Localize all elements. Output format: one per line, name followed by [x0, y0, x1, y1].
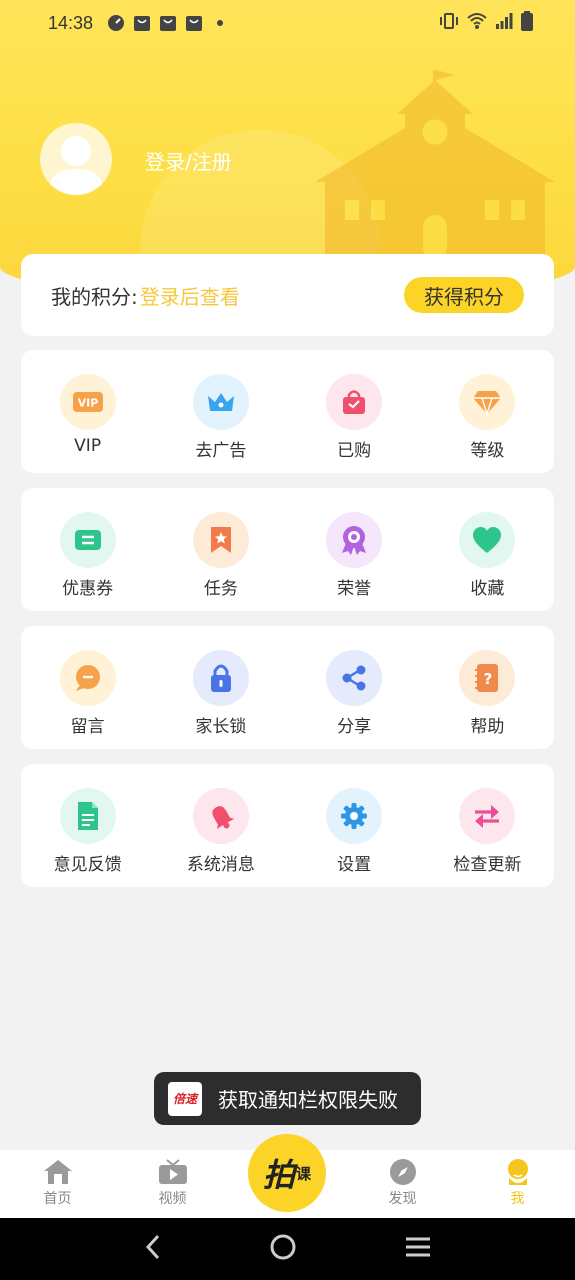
menu-item-label: 已购	[337, 441, 372, 461]
menu-item-tasks[interactable]: 任务	[154, 488, 287, 611]
tv-icon	[158, 1158, 188, 1186]
home-icon	[43, 1158, 73, 1186]
shopping-bag-notification-icon	[185, 14, 203, 32]
menu-item-parental-lock[interactable]: 家长锁	[154, 626, 287, 749]
menu-item-label: 等级	[470, 441, 505, 461]
battery-icon	[521, 10, 533, 36]
menu-item-label: 家长锁	[195, 717, 247, 737]
menu-card-4: 意见反馈 系统消息 设置 检查更新	[21, 764, 554, 887]
menu-item-label: 去广告	[195, 441, 247, 461]
points-label: 我的积分:	[51, 284, 138, 309]
speedometer-icon	[107, 14, 125, 32]
user-icon	[503, 1158, 533, 1186]
message-icon	[59, 650, 116, 706]
menu-item-favorites[interactable]: 收藏	[421, 488, 554, 611]
menu-item-label: 设置	[337, 855, 372, 875]
menu-item-label: 分享	[337, 717, 372, 737]
tab-label: 首页	[43, 1191, 72, 1207]
tab-label: 我	[510, 1191, 525, 1207]
tab-label: 视频	[158, 1191, 187, 1207]
medal-icon	[326, 512, 383, 568]
tab-home[interactable]: 首页	[0, 1150, 115, 1218]
menu-item-vip[interactable]: VIP VIP	[21, 350, 154, 473]
center-logo-text: 拍	[262, 1156, 295, 1194]
menu-item-label: 优惠券	[62, 579, 114, 599]
menu-item-feedback[interactable]: 意见反馈	[21, 764, 154, 887]
wifi-icon	[467, 12, 487, 35]
menu-item-label: 收藏	[470, 579, 505, 599]
svg-text:VIP: VIP	[77, 397, 98, 410]
system-navigation-bar	[0, 1218, 575, 1280]
menu-item-settings[interactable]: 设置	[288, 764, 421, 887]
help-book-icon: ?	[459, 650, 516, 706]
menu-item-check-update[interactable]: 检查更新	[421, 764, 554, 887]
get-points-button[interactable]: 获得积分	[404, 277, 524, 313]
menu-item-label: 系统消息	[186, 855, 255, 875]
lock-icon	[192, 650, 249, 706]
vip-icon: VIP	[59, 374, 116, 430]
menu-item-honors[interactable]: 荣誉	[288, 488, 421, 611]
menu-item-label: VIP	[74, 436, 102, 456]
coupon-icon	[59, 512, 116, 568]
shopping-bag-notification-icon	[133, 14, 151, 32]
compass-icon	[388, 1158, 418, 1186]
app-logo-text: 倍速	[172, 1092, 197, 1106]
shopping-bag-notification-icon	[159, 14, 177, 32]
dot-icon	[211, 14, 229, 32]
menu-item-purchased[interactable]: 已购	[288, 350, 421, 473]
signal-icon	[495, 12, 513, 35]
share-icon	[326, 650, 383, 706]
svg-text:?: ?	[484, 670, 493, 688]
recent-apps-icon[interactable]	[404, 1236, 432, 1262]
menu-item-share[interactable]: 分享	[288, 626, 421, 749]
menu-card-3: 留言 家长锁 分享 ? 帮助	[21, 626, 554, 749]
menu-item-system-messages[interactable]: 系统消息	[154, 764, 287, 887]
menu-item-label: 帮助	[470, 717, 505, 737]
menu-item-label: 留言	[70, 717, 105, 737]
heart-icon	[459, 512, 516, 568]
login-register-link[interactable]: 登录/注册	[145, 146, 232, 175]
menu-item-coupons[interactable]: 优惠券	[21, 488, 154, 611]
avatar[interactable]	[40, 123, 112, 195]
tab-me[interactable]: 我	[460, 1150, 575, 1218]
menu-item-label: 检查更新	[453, 855, 522, 875]
tab-label: 发现	[388, 1191, 417, 1207]
bell-icon	[192, 788, 249, 844]
gear-icon	[326, 788, 383, 844]
menu-item-level[interactable]: 等级	[421, 350, 554, 473]
app-logo-icon: 倍速	[168, 1081, 202, 1116]
center-logo-subtext: 课	[296, 1164, 312, 1183]
back-icon[interactable]	[143, 1234, 163, 1264]
menu-card-1: VIP VIP 去广告 已购 等级	[21, 350, 554, 473]
status-bar: 14:38	[0, 0, 575, 46]
center-pai-button[interactable]: 拍 课	[248, 1134, 326, 1212]
school-building-illustration	[315, 70, 555, 260]
vibrate-icon	[439, 12, 459, 35]
home-circle-icon[interactable]	[269, 1233, 297, 1265]
menu-item-label: 荣誉	[337, 579, 372, 599]
menu-item-remove-ads[interactable]: 去广告	[154, 350, 287, 473]
toast-text: 获取通知栏权限失败	[218, 1088, 398, 1112]
tab-video[interactable]: 视频	[115, 1150, 230, 1218]
menu-item-message[interactable]: 留言	[21, 626, 154, 749]
refresh-arrows-icon	[459, 788, 516, 844]
menu-item-help[interactable]: ? 帮助	[421, 626, 554, 749]
document-icon	[59, 788, 116, 844]
toast-notification: 倍速 获取通知栏权限失败	[154, 1072, 421, 1125]
shopping-bag-icon	[326, 374, 383, 430]
user-silhouette-icon	[48, 136, 104, 195]
menu-item-label: 意见反馈	[53, 855, 122, 875]
points-value[interactable]: 登录后查看	[140, 281, 240, 310]
bookmark-star-icon	[192, 512, 249, 568]
diamond-icon	[459, 374, 516, 430]
crown-icon	[192, 374, 249, 430]
status-time: 14:38	[48, 12, 94, 33]
menu-item-label: 任务	[203, 579, 238, 599]
tab-discover[interactable]: 发现	[345, 1150, 460, 1218]
points-card: 我的积分: 登录后查看 获得积分	[21, 254, 554, 336]
menu-card-2: 优惠券 任务 荣誉 收藏	[21, 488, 554, 611]
